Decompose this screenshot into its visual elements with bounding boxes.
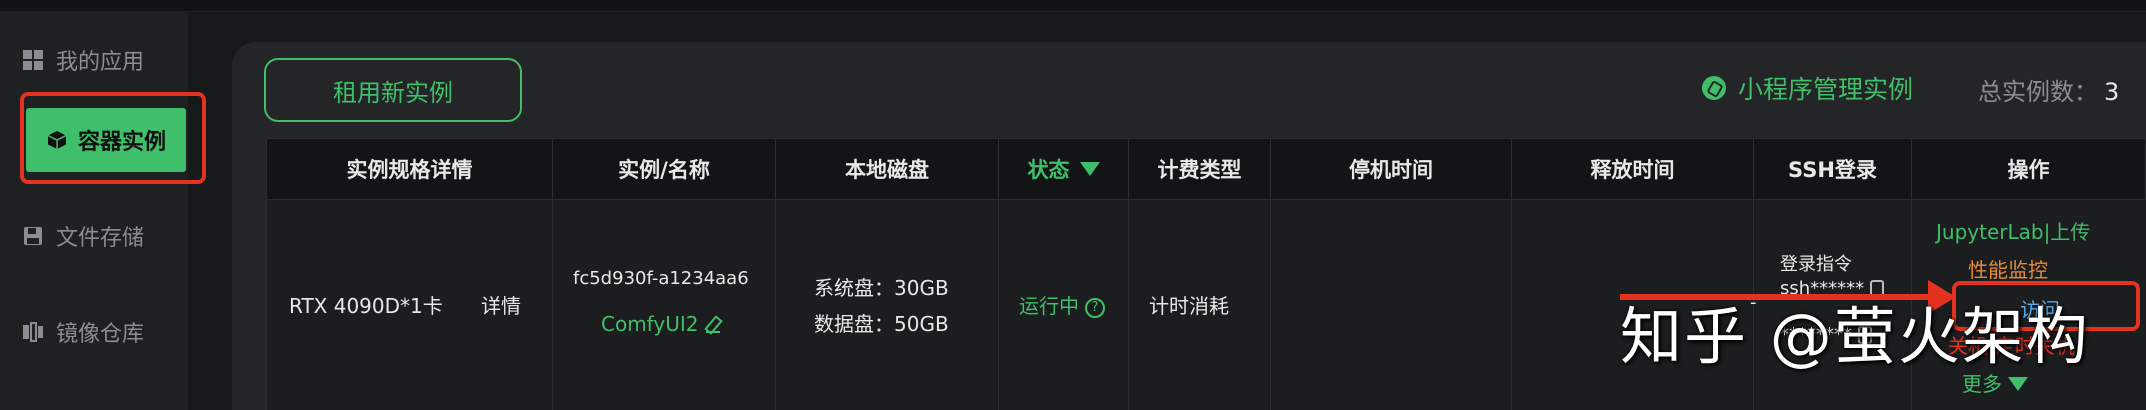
status-text: 运行中 <box>1019 294 1079 318</box>
save-icon <box>22 225 44 247</box>
help-icon[interactable]: ? <box>1085 297 1105 318</box>
header-billing: 计费类型 <box>1129 139 1271 199</box>
header-ssh: SSH登录 <box>1754 139 1912 199</box>
instance-name-field[interactable]: ComfyUI2 <box>601 312 721 336</box>
image-repo-icon <box>22 321 44 343</box>
apps-icon <box>22 49 44 71</box>
jupyterlab-upload-link[interactable]: JupyterLab|上传 <box>1936 216 2090 245</box>
col-stop-time <box>1271 200 1512 410</box>
total-instances: 总实例数： 3 <box>1978 72 2119 107</box>
caret-down-icon <box>2008 377 2028 391</box>
system-disk: 系统盘：30GB <box>814 276 949 300</box>
header-actions: 操作 <box>2007 158 2050 182</box>
sidebar-item-file-storage[interactable]: 文件存储 <box>22 206 202 266</box>
header-spec: 实例规格详情 <box>267 139 553 199</box>
watermark: 知乎 @萤火架构 <box>1620 300 2090 373</box>
mini-program-icon <box>1702 76 1726 100</box>
instance-name: ComfyUI2 <box>601 312 699 336</box>
header-disk: 本地磁盘 <box>776 139 999 199</box>
col-instance: fc5d930f-a1234aa6 ComfyUI2 <box>553 200 776 410</box>
sidebar: 我的应用 容器实例 文件存储 镜像仓库 <box>0 12 188 410</box>
total-label: 总实例数： <box>1978 78 2098 106</box>
edit-icon[interactable] <box>706 319 721 333</box>
performance-monitor-link[interactable]: 性能监控 <box>1968 254 2048 283</box>
instance-id: fc5d930f-a1234aa6 <box>573 268 749 289</box>
col-disk: 系统盘：30GB 数据盘：50GB <box>776 200 999 410</box>
header-stop-time: 停机时间 <box>1271 139 1512 199</box>
col-spec: RTX 4090D*1卡 详情 <box>267 200 553 410</box>
sidebar-item-my-apps[interactable]: 我的应用 <box>22 30 202 90</box>
billing-type: 计时消耗 <box>1149 294 1229 318</box>
table-header: 实例规格详情 实例/名称 本地磁盘 状态 计费类型 停机时间 释放时间 SSH登… <box>266 138 2146 200</box>
header-instance: 实例/名称 <box>553 139 776 199</box>
mini-program-link[interactable]: 小程序管理实例 <box>1702 70 1913 106</box>
status-badge: 运行中? <box>1019 290 1105 319</box>
detail-link[interactable]: 详情 <box>481 290 521 319</box>
sidebar-item-label: 我的应用 <box>56 50 145 75</box>
data-disk: 数据盘：50GB <box>814 312 949 336</box>
col-status: 运行中? <box>999 200 1129 410</box>
spec-text: RTX 4090D*1卡 <box>289 294 443 318</box>
total-count: 3 <box>2104 78 2120 106</box>
ssh-title: 登录指令 <box>1780 254 1852 275</box>
top-bar <box>0 0 2146 12</box>
sidebar-item-label: 文件存储 <box>56 226 145 251</box>
caret-down-icon <box>1079 162 1100 176</box>
col-billing: 计时消耗 <box>1129 200 1271 410</box>
highlight-box-sidebar <box>20 92 206 184</box>
header-status-label: 状态 <box>1027 158 1070 182</box>
header-status-filter[interactable]: 状态 <box>999 139 1129 199</box>
sidebar-item-label: 镜像仓库 <box>56 322 145 347</box>
header-release-time: 释放时间 <box>1512 139 1754 199</box>
sidebar-item-image-repo[interactable]: 镜像仓库 <box>22 302 202 362</box>
mini-program-label: 小程序管理实例 <box>1738 75 1914 104</box>
rent-new-instance-button[interactable]: 租用新实例 <box>264 58 522 122</box>
